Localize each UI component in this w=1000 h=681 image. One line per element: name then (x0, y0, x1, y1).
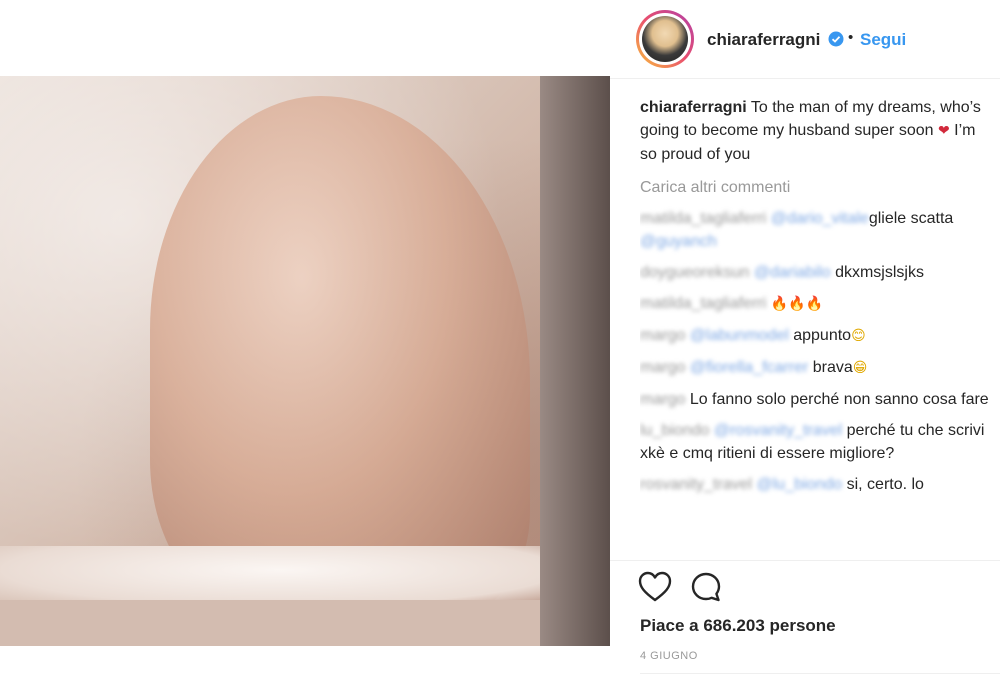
comment-mention[interactable]: @lu_biondo (757, 476, 843, 493)
like-heart-icon[interactable] (638, 571, 672, 603)
comment-username[interactable]: rosvanity_travel (640, 476, 752, 493)
post-sidebar: chiaraferragni • Segui chiaraferragni To… (610, 0, 1000, 681)
comment-mention[interactable]: @dariabilo (754, 264, 831, 281)
comment-bubble-icon[interactable] (690, 571, 722, 603)
avatar[interactable] (636, 10, 694, 68)
comment-username[interactable]: margo (640, 327, 685, 344)
comment-item: margo @fiorella_fcarrer brava😁 (640, 356, 990, 380)
separator-dot: • (848, 29, 854, 46)
photo-tub-edge (0, 600, 610, 646)
avatar-image (642, 16, 688, 62)
photo-frame (540, 76, 610, 646)
comment-item: matilda_tagliaferri 🔥🔥🔥 (640, 292, 990, 316)
photo-foam (0, 546, 560, 606)
follow-button[interactable]: Segui (860, 30, 906, 50)
caption-username[interactable]: chiaraferragni (640, 99, 747, 116)
comment-username[interactable]: doygueoreksun (640, 264, 749, 281)
comment-item: lu_biondo @rosvanity_travel perché tu ch… (640, 419, 990, 465)
comment-mention[interactable]: @labunmodel (690, 327, 789, 344)
heart-emoji: ❤ (937, 123, 950, 139)
comment-item: rosvanity_travel @lu_biondo si, certo. l… (640, 473, 990, 496)
comment-username[interactable]: margo (640, 359, 685, 376)
divider (610, 560, 1000, 561)
comment-text: dkxmsjslsjks (835, 264, 924, 281)
comment-text: Lo fanno solo perché non sanno cosa fare (689, 391, 989, 408)
comment-username[interactable]: matilda_tagliaferri (640, 295, 766, 312)
comment-username[interactable]: matilda_tagliaferri (640, 210, 766, 227)
likes-count[interactable]: Piace a 686.203 persone (640, 616, 836, 636)
comment-item: matilda_tagliaferri @dario_vitalegliele … (640, 207, 990, 253)
post-header: chiaraferragni • Segui (610, 0, 1000, 79)
fire-emoji: 🔥🔥🔥 (770, 296, 824, 312)
post-photo[interactable] (0, 76, 610, 646)
comment-mention[interactable]: @guyanch (640, 233, 717, 250)
load-more-comments-button[interactable]: Carica altri commenti (640, 176, 990, 199)
comment-item: margo Lo fanno solo perché non sanno cos… (640, 388, 990, 411)
comment-username[interactable]: lu_biondo (640, 422, 709, 439)
comments-list: chiaraferragni To the man of my dreams, … (640, 96, 990, 556)
smile-emoji: 😊 (851, 328, 866, 344)
grin-emoji: 😁 (852, 360, 868, 376)
comment-text: gliele scatta (868, 210, 954, 227)
comment-item: margo @labunmodel appunto😊 (640, 324, 990, 348)
comment-mention[interactable]: @dario_vitale (771, 210, 869, 227)
header-username[interactable]: chiaraferragni (707, 30, 820, 50)
comment-username[interactable]: margo (640, 391, 685, 408)
divider (640, 673, 1000, 674)
caption: chiaraferragni To the man of my dreams, … (640, 96, 990, 166)
comment-text: si, certo. lo (846, 476, 924, 493)
comment-text: brava (812, 359, 853, 376)
verified-badge-icon (828, 31, 844, 47)
comment-item: doygueoreksun @dariabilo dkxmsjslsjks (640, 261, 990, 284)
post-date: 4 GIUGNO (640, 650, 698, 662)
comment-text: appunto (793, 327, 852, 344)
comment-mention[interactable]: @rosvanity_travel (714, 422, 842, 439)
comment-mention[interactable]: @fiorella_fcarrer (690, 359, 809, 376)
